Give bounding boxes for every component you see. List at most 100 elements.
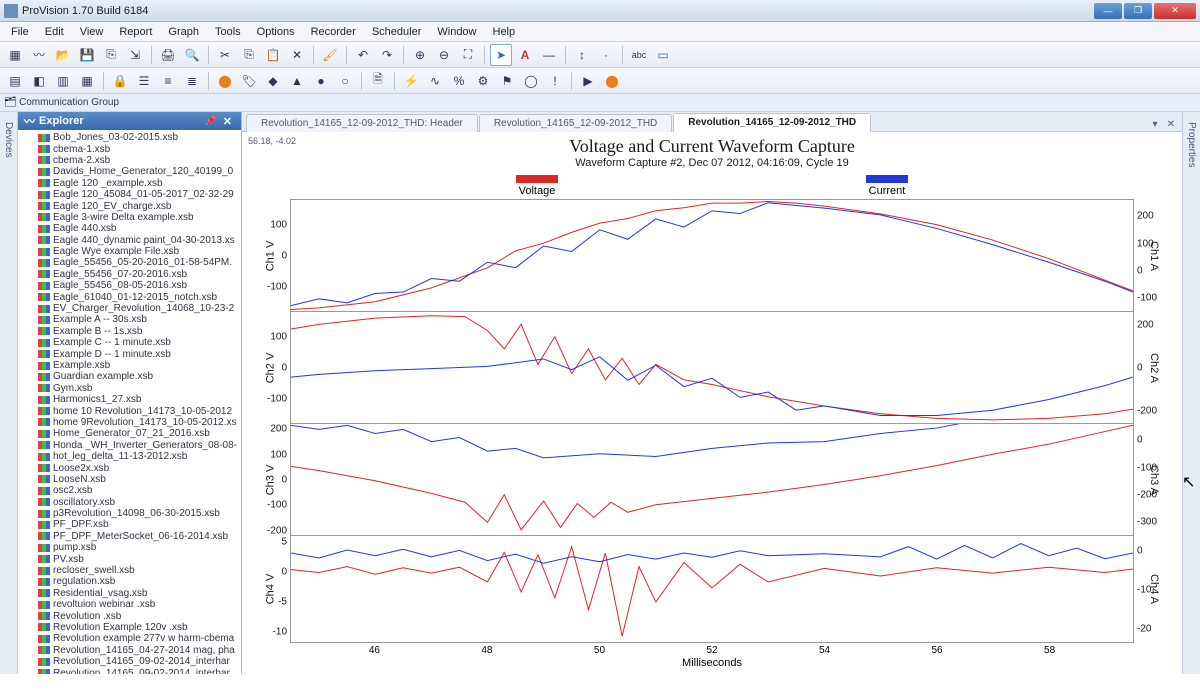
play-icon[interactable]: ▶ xyxy=(577,70,599,92)
pointer-icon[interactable]: ➤ xyxy=(490,44,512,66)
layers-icon[interactable]: ☰ xyxy=(133,70,155,92)
redo-icon[interactable]: ↷ xyxy=(376,44,398,66)
gear-icon[interactable]: ⚙ xyxy=(472,70,494,92)
file-item[interactable]: Revolution example 277v w harm-cbema xyxy=(18,633,241,644)
left-dock-strip[interactable]: Devices xyxy=(0,112,18,674)
file-item[interactable]: home 9Revolution_14173_10-05-2012.xs xyxy=(18,417,241,428)
copy-icon[interactable]: ⎘ xyxy=(238,44,260,66)
open-icon[interactable]: 📂 xyxy=(52,44,74,66)
file-item[interactable]: Eagle_55456_05-20-2016_01-58-54PM. xyxy=(18,257,241,268)
explorer-close-icon[interactable]: ✕ xyxy=(220,115,235,128)
close-button[interactable]: ✕ xyxy=(1154,3,1196,19)
file-item[interactable]: Bob_Jones_03-02-2015.xsb xyxy=(18,132,241,143)
menu-report[interactable]: Report xyxy=(112,24,159,40)
file-item[interactable]: Eagle 440_dynamic paint_04-30-2013.xs xyxy=(18,235,241,246)
file-item[interactable]: Eagle 3-wire Delta example.xsb xyxy=(18,212,241,223)
file-item[interactable]: LooseN.xsb xyxy=(18,474,241,485)
file-item[interactable]: oscillatory.xsb xyxy=(18,497,241,508)
print-icon[interactable]: 🖨 xyxy=(157,44,179,66)
annotate-a-icon[interactable]: A xyxy=(514,44,536,66)
file-item[interactable]: Guardian example.xsb xyxy=(18,371,241,382)
file-item[interactable]: Revolution_14165_09-02-2014_interhar xyxy=(18,667,241,674)
menu-help[interactable]: Help xyxy=(486,24,523,40)
menu-tools[interactable]: Tools xyxy=(208,24,248,40)
subplot-ch1[interactable]: Ch1 VCh1 A1000-1002001000-100 xyxy=(290,199,1134,311)
vcursor-icon[interactable]: ↕ xyxy=(571,44,593,66)
file-item[interactable]: Gym.xsb xyxy=(18,383,241,394)
cut-icon[interactable]: ✂ xyxy=(214,44,236,66)
maximize-button[interactable]: ❐ xyxy=(1124,3,1152,19)
file-item[interactable]: regulation.xsb xyxy=(18,576,241,587)
percent-icon[interactable]: % xyxy=(448,70,470,92)
file-item[interactable]: Eagle_55456_07-20-2016.xsb xyxy=(18,269,241,280)
devices-tab[interactable]: Devices xyxy=(3,122,14,158)
file-item[interactable]: home 10 Revolution_14173_10-05-2012 xyxy=(18,405,241,416)
flash-icon[interactable]: ⚡ xyxy=(400,70,422,92)
zoomout-icon[interactable]: ⊖ xyxy=(433,44,455,66)
document-tab[interactable]: Revolution_14165_12-09-2012_THD xyxy=(479,114,672,132)
file-item[interactable]: Eagle 440.xsb xyxy=(18,223,241,234)
file-item[interactable]: Revolution Example 120v .xsb xyxy=(18,622,241,633)
file-item[interactable]: pump.xsb xyxy=(18,542,241,553)
fit-icon[interactable]: ⛶ xyxy=(457,44,479,66)
communication-group-bar[interactable]: 🗂 Communication Group xyxy=(0,94,1200,112)
tab-close-icon[interactable]: ✕ xyxy=(1164,117,1178,131)
paste-icon[interactable]: 📋 xyxy=(262,44,284,66)
file-item[interactable]: cbema-2.xsb xyxy=(18,155,241,166)
file-item[interactable]: Davids_Home_Generator_120_40199_0 xyxy=(18,166,241,177)
file-item[interactable]: Example C -- 1 minute.xsb xyxy=(18,337,241,348)
file-item[interactable]: recloser_swell.xsb xyxy=(18,565,241,576)
line-icon[interactable]: — xyxy=(538,44,560,66)
pin-icon[interactable]: 📌 xyxy=(201,116,219,127)
pane4-icon[interactable]: ▦ xyxy=(76,70,98,92)
hcursor-icon[interactable]: · xyxy=(595,44,617,66)
file-item[interactable]: p3Revolution_14098_06-30-2015.xsb xyxy=(18,508,241,519)
file-item[interactable]: PV.xsb xyxy=(18,553,241,564)
file-item[interactable]: Eagle Wye example File.xsb xyxy=(18,246,241,257)
file-item[interactable]: Eagle_55456_08-05-2016.xsb xyxy=(18,280,241,291)
file-item[interactable]: Revolution_14165_04-27-2014 mag, pha xyxy=(18,645,241,656)
file-item[interactable]: hot_leg_delta_11-13-2012.xsb xyxy=(18,451,241,462)
circle-icon[interactable]: ◯ xyxy=(520,70,542,92)
zoomin-icon[interactable]: ⊕ xyxy=(409,44,431,66)
marker5-icon[interactable]: ● xyxy=(310,70,332,92)
file-item[interactable]: Home_Generator_07_21_2016.xsb xyxy=(18,428,241,439)
file-item[interactable]: PF_DPF_MeterSocket_06-16-2014.xsb xyxy=(18,531,241,542)
file-item[interactable]: EV_Charger_Revolution_14068_10-23-2 xyxy=(18,303,241,314)
subplot-ch4[interactable]: Ch4 VCh4 A50-5-100-10-20 xyxy=(290,535,1134,643)
file-item[interactable]: Example A -- 30s.xsb xyxy=(18,314,241,325)
file-item[interactable]: PF_DPF.xsb xyxy=(18,519,241,530)
properties-tab[interactable]: Properties xyxy=(1186,122,1197,168)
lock-icon[interactable]: 🔒 xyxy=(109,70,131,92)
tab-dropdown-icon[interactable]: ▾ xyxy=(1148,117,1162,131)
wave-icon[interactable]: 〰 xyxy=(28,44,50,66)
document-tab[interactable]: Revolution_14165_12-09-2012_THD: Header xyxy=(246,114,478,132)
file-item[interactable]: Revolution .xsb xyxy=(18,610,241,621)
marker2-icon[interactable]: 🏷 xyxy=(238,70,260,92)
preview-icon[interactable]: 🔍 xyxy=(181,44,203,66)
saveas-icon[interactable]: ⎘ xyxy=(100,44,122,66)
file-item[interactable]: Loose2x.xsb xyxy=(18,462,241,473)
box-icon[interactable]: ▭ xyxy=(652,44,674,66)
note-icon[interactable]: 🗎 xyxy=(367,70,389,92)
file-item[interactable]: revoltuion webinar .xsb xyxy=(18,599,241,610)
menu-file[interactable]: File xyxy=(4,24,36,40)
pane3-icon[interactable]: ▥ xyxy=(52,70,74,92)
undo-icon[interactable]: ↶ xyxy=(352,44,374,66)
file-item[interactable]: Eagle 120_EV_charge.xsb xyxy=(18,200,241,211)
marker3-icon[interactable]: ◆ xyxy=(262,70,284,92)
pane2-icon[interactable]: ◧ xyxy=(28,70,50,92)
menu-edit[interactable]: Edit xyxy=(38,24,71,40)
grid-icon[interactable]: ▦ xyxy=(4,44,26,66)
menu-graph[interactable]: Graph xyxy=(161,24,206,40)
file-item[interactable]: Example B -- 1s.xsb xyxy=(18,326,241,337)
rows-icon[interactable]: ≣ xyxy=(181,70,203,92)
file-item[interactable]: Eagle_61040_01-12-2015_notch.xsb xyxy=(18,291,241,302)
layers2-icon[interactable]: ≡ xyxy=(157,70,179,92)
sine-icon[interactable]: ∿ xyxy=(424,70,446,92)
marker6-icon[interactable]: ○ xyxy=(334,70,356,92)
file-item[interactable]: osc2.xsb xyxy=(18,485,241,496)
explorer-file-list[interactable]: Bob_Jones_03-02-2015.xsbcbema-1.xsbcbema… xyxy=(18,130,241,674)
export-icon[interactable]: ⇲ xyxy=(124,44,146,66)
minimize-button[interactable]: — xyxy=(1094,3,1122,19)
